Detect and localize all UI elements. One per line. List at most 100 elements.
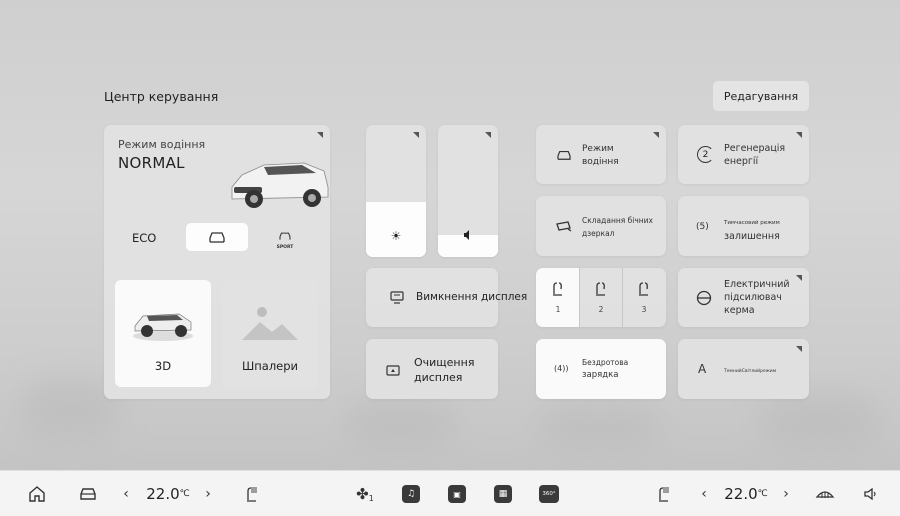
tile-label-line: Бездротова [582,358,629,367]
car-image [133,313,193,341]
steering-assist-label: Електричний підсилювач керма [724,278,790,317]
temp-mode-icon: (5) [696,222,709,232]
left-temp-decrease-button[interactable]: ‹ [118,471,134,516]
expand-corner-icon [796,275,802,281]
music-app-icon[interactable]: ♫ [398,471,424,516]
wallpaper-label: Шпалери [241,359,299,373]
clean-display-label-line: Очищення [414,356,475,369]
brightness-slider[interactable]: ☀ [366,125,426,257]
expand-corner-icon [653,132,659,138]
wireless-charge-label: Бездротова зарядка [582,356,628,382]
seat-number: 2 [598,305,604,314]
car-outline-icon [557,150,571,160]
temp-unit: ℃ [179,489,190,499]
drive-mode-label: Режим водіння [118,138,206,151]
fan-level: 1 [368,493,374,503]
background-blur [345,400,455,450]
steering-wheel-icon [696,290,712,306]
clean-display-label: Очищення дисплея [414,355,474,385]
radio-app-icon[interactable]: ▣ [444,471,470,516]
seat-number: 1 [555,305,561,314]
car-icon[interactable] [76,471,100,516]
expand-corner-icon [796,132,802,138]
wireless-charge-tile[interactable]: (4)) Бездротова зарядка [536,339,666,399]
expand-corner-icon [317,132,323,138]
tile-label-line: зарядка [582,370,619,380]
seat-icon [553,282,562,296]
edit-button[interactable]: Редагування [713,81,809,111]
drive-mode-panel[interactable]: Режим водіння NORMAL ECO SPORT 3D Шпалер… [104,125,330,399]
page-title: Центр керування [104,89,219,104]
normal-mode-button[interactable] [186,223,248,251]
tile-label-line: Регенерація [724,143,786,154]
theme-mode-tile[interactable]: A ТемнийСвітлийрежим [678,339,809,399]
left-temp-value: 22.0 [146,485,180,503]
expand-corner-icon [485,132,491,138]
tile-label-line: дзеркал [582,229,615,238]
drive-mode-tile[interactable]: Режим водіння [536,125,666,184]
tile-label-line: залишення [724,231,780,242]
clean-display-label-line: дисплея [414,371,463,384]
left-temp-increase-button[interactable]: › [200,471,216,516]
fan-icon[interactable]: ✤ 1 [352,471,378,516]
background-blur [760,395,880,450]
regen-level: 2 [702,149,709,160]
seat-icon [639,282,648,296]
screen-background: Центр керування Редагування Режим водінн… [0,0,900,470]
seat-heat-icon[interactable] [240,471,264,516]
volume-slider[interactable] [438,125,498,257]
defrost-icon[interactable] [812,471,838,516]
volume-icon[interactable] [858,471,882,516]
energy-regen-tile[interactable]: 2 Регенерація енергії [678,125,809,184]
3d-label: 3D [154,359,172,373]
right-temp-decrease-button[interactable]: ‹ [696,471,712,516]
tile-label-line: керма [724,305,755,316]
wallpaper-card[interactable]: Шпалери [222,280,318,387]
apps-grid-icon[interactable]: ▦ [490,471,516,516]
expand-corner-icon [413,132,419,138]
sun-icon: ☀ [390,229,402,243]
right-temp-increase-button[interactable]: › [778,471,794,516]
seat-divider [622,268,623,327]
left-temp-display: 22.0 ℃ [140,471,196,516]
theme-mode-label: ТемнийСвітлийрежим [724,369,777,374]
seat-number: 3 [641,305,647,314]
expand-corner-icon [796,346,802,352]
display-off-label: Вимкнення дисплея [416,291,528,303]
camera-360-label: 360° [542,491,556,497]
tile-label-line: Режим [582,144,614,154]
steering-assist-tile[interactable]: Електричний підсилювач керма [678,268,809,327]
sport-mode-button[interactable]: SPORT [272,226,298,250]
seat-position-2[interactable]: 2 [579,268,623,327]
fold-mirrors-tile[interactable]: Складання бічних дзеркал [536,196,666,256]
fold-mirrors-label: Складання бічних дзеркал [582,214,653,240]
image-placeholder-icon [242,307,298,340]
tile-label-line: підсилювач [724,292,782,303]
sport-label: SPORT [276,245,294,250]
right-seat-heat-icon[interactable] [652,471,676,516]
temp-unit: ℃ [757,489,768,499]
seat-selector[interactable]: 1 2 3 [536,268,666,327]
clean-display-icon [386,365,400,376]
display-off-button[interactable]: Вимкнення дисплея [366,268,527,327]
background-blur [540,405,660,450]
drive-mode-tile-label: Режим водіння [582,143,619,169]
tile-label-line: Електричний [724,279,790,290]
seat-position-1[interactable]: 1 [536,268,580,327]
tile-label-line: Складання бічних [582,216,653,225]
camera-360-icon[interactable]: 360° [536,471,562,516]
eco-mode-button[interactable]: ECO [132,231,156,245]
wireless-charge-icon: (4)) [554,364,569,373]
bottom-bar: ‹ 22.0 ℃ › ✤ 1 ♫ ▣ ▦ 360° ‹ 22.0 ℃ › [0,470,900,516]
mirror-icon [556,221,572,232]
regen-icon: 2 [697,146,714,163]
car-outline-icon [279,232,291,240]
speaker-icon [438,229,498,243]
clean-display-button[interactable]: Очищення дисплея [366,339,498,399]
seat-divider [579,268,580,327]
home-icon[interactable] [26,471,48,516]
temp-mode-tile[interactable]: (5) Тимчасовий режим залишення [678,196,809,256]
tile-label-line: енергії [724,156,759,167]
seat-position-3[interactable]: 3 [622,268,666,327]
3d-view-card[interactable]: 3D [115,280,211,387]
